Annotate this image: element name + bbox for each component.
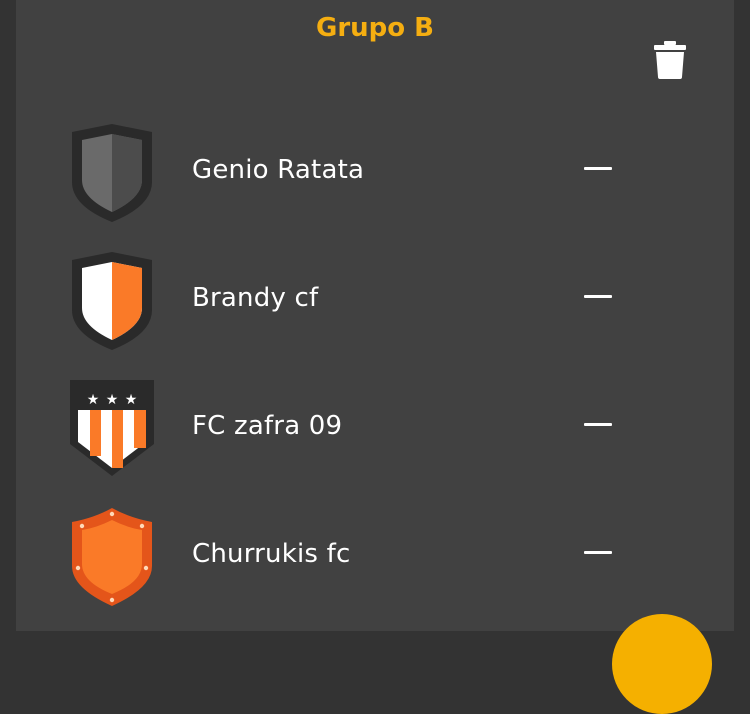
shield-gray-crest-icon bbox=[68, 124, 156, 224]
shield-white-orange-crest-icon bbox=[68, 252, 156, 352]
svg-text:★: ★ bbox=[125, 392, 138, 408]
team-name: Genio Ratata bbox=[192, 155, 365, 185]
team-name: FC zafra 09 bbox=[192, 411, 343, 441]
team-name: Churrukis fc bbox=[192, 539, 351, 569]
add-team-fab-button[interactable] bbox=[612, 614, 712, 714]
team-value-dash bbox=[584, 551, 612, 554]
team-name: Brandy cf bbox=[192, 283, 319, 313]
svg-text:★: ★ bbox=[87, 392, 100, 408]
team-value-dash bbox=[584, 167, 612, 170]
team-row[interactable]: Brandy cf bbox=[0, 252, 750, 362]
group-title: Grupo B bbox=[315, 13, 434, 43]
trash-icon[interactable] bbox=[654, 41, 686, 79]
shield-orange-studded-crest-icon bbox=[68, 508, 156, 608]
team-value-dash bbox=[584, 295, 612, 298]
team-row[interactable]: Genio Ratata bbox=[0, 124, 750, 234]
shield-striped-stars-crest-icon: ★ ★ ★ bbox=[68, 380, 156, 480]
svg-text:★: ★ bbox=[106, 392, 119, 408]
team-row[interactable]: Churrukis fc bbox=[0, 508, 750, 618]
team-value-dash bbox=[584, 423, 612, 426]
team-row[interactable]: ★ ★ ★ FC zafra 09 bbox=[0, 380, 750, 490]
